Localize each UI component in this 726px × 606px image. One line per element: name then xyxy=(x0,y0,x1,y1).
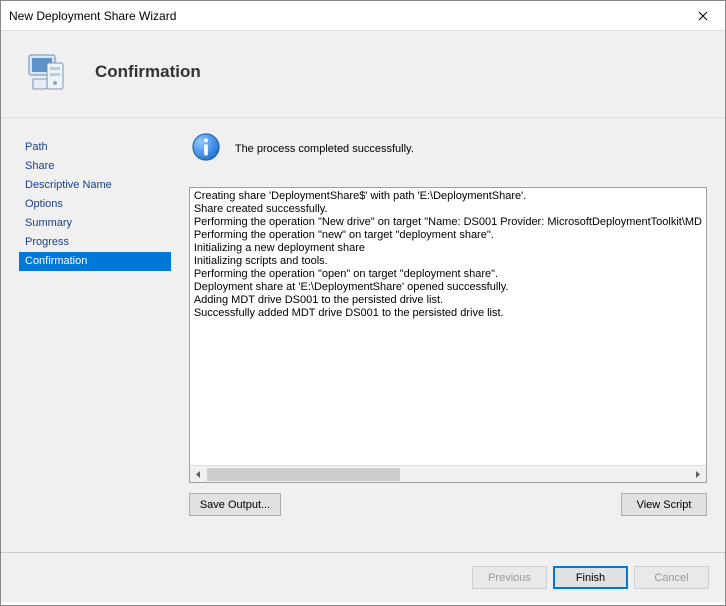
titlebar: New Deployment Share Wizard xyxy=(1,1,725,31)
close-button[interactable] xyxy=(680,1,725,30)
cancel-button: Cancel xyxy=(634,566,709,589)
scroll-thumb[interactable] xyxy=(207,468,400,481)
log-text: Creating share 'DeploymentShare$' with p… xyxy=(190,188,706,465)
close-icon xyxy=(698,11,708,21)
previous-button: Previous xyxy=(472,566,547,589)
action-row: Save Output... View Script xyxy=(189,493,707,516)
finish-button[interactable]: Finish xyxy=(553,566,628,589)
step-confirmation[interactable]: Confirmation xyxy=(19,252,171,271)
window-title: New Deployment Share Wizard xyxy=(9,9,176,23)
step-summary[interactable]: Summary xyxy=(19,214,171,233)
content-pane: The process completed successfully. Crea… xyxy=(189,132,707,552)
horizontal-scrollbar[interactable] xyxy=(190,465,706,482)
step-share[interactable]: Share xyxy=(19,157,171,176)
status-message: The process completed successfully. xyxy=(235,143,414,155)
wizard-footer: Previous Finish Cancel xyxy=(1,552,725,602)
info-icon xyxy=(191,132,221,165)
scroll-left-arrow[interactable] xyxy=(190,466,207,483)
step-descriptive-name[interactable]: Descriptive Name xyxy=(19,176,171,195)
save-output-button[interactable]: Save Output... xyxy=(189,493,281,516)
step-list: Path Share Descriptive Name Options Summ… xyxy=(19,132,171,552)
scroll-right-arrow[interactable] xyxy=(689,466,706,483)
page-title: Confirmation xyxy=(95,62,201,82)
log-output[interactable]: Creating share 'DeploymentShare$' with p… xyxy=(189,187,707,483)
scroll-track[interactable] xyxy=(207,466,689,482)
step-options[interactable]: Options xyxy=(19,195,171,214)
wizard-header: Confirmation xyxy=(1,31,725,118)
view-script-button[interactable]: View Script xyxy=(621,493,707,516)
status-row: The process completed successfully. xyxy=(191,132,707,165)
wizard-body: Path Share Descriptive Name Options Summ… xyxy=(1,118,725,552)
computer-icon xyxy=(27,49,73,95)
step-path[interactable]: Path xyxy=(19,138,171,157)
step-progress[interactable]: Progress xyxy=(19,233,171,252)
